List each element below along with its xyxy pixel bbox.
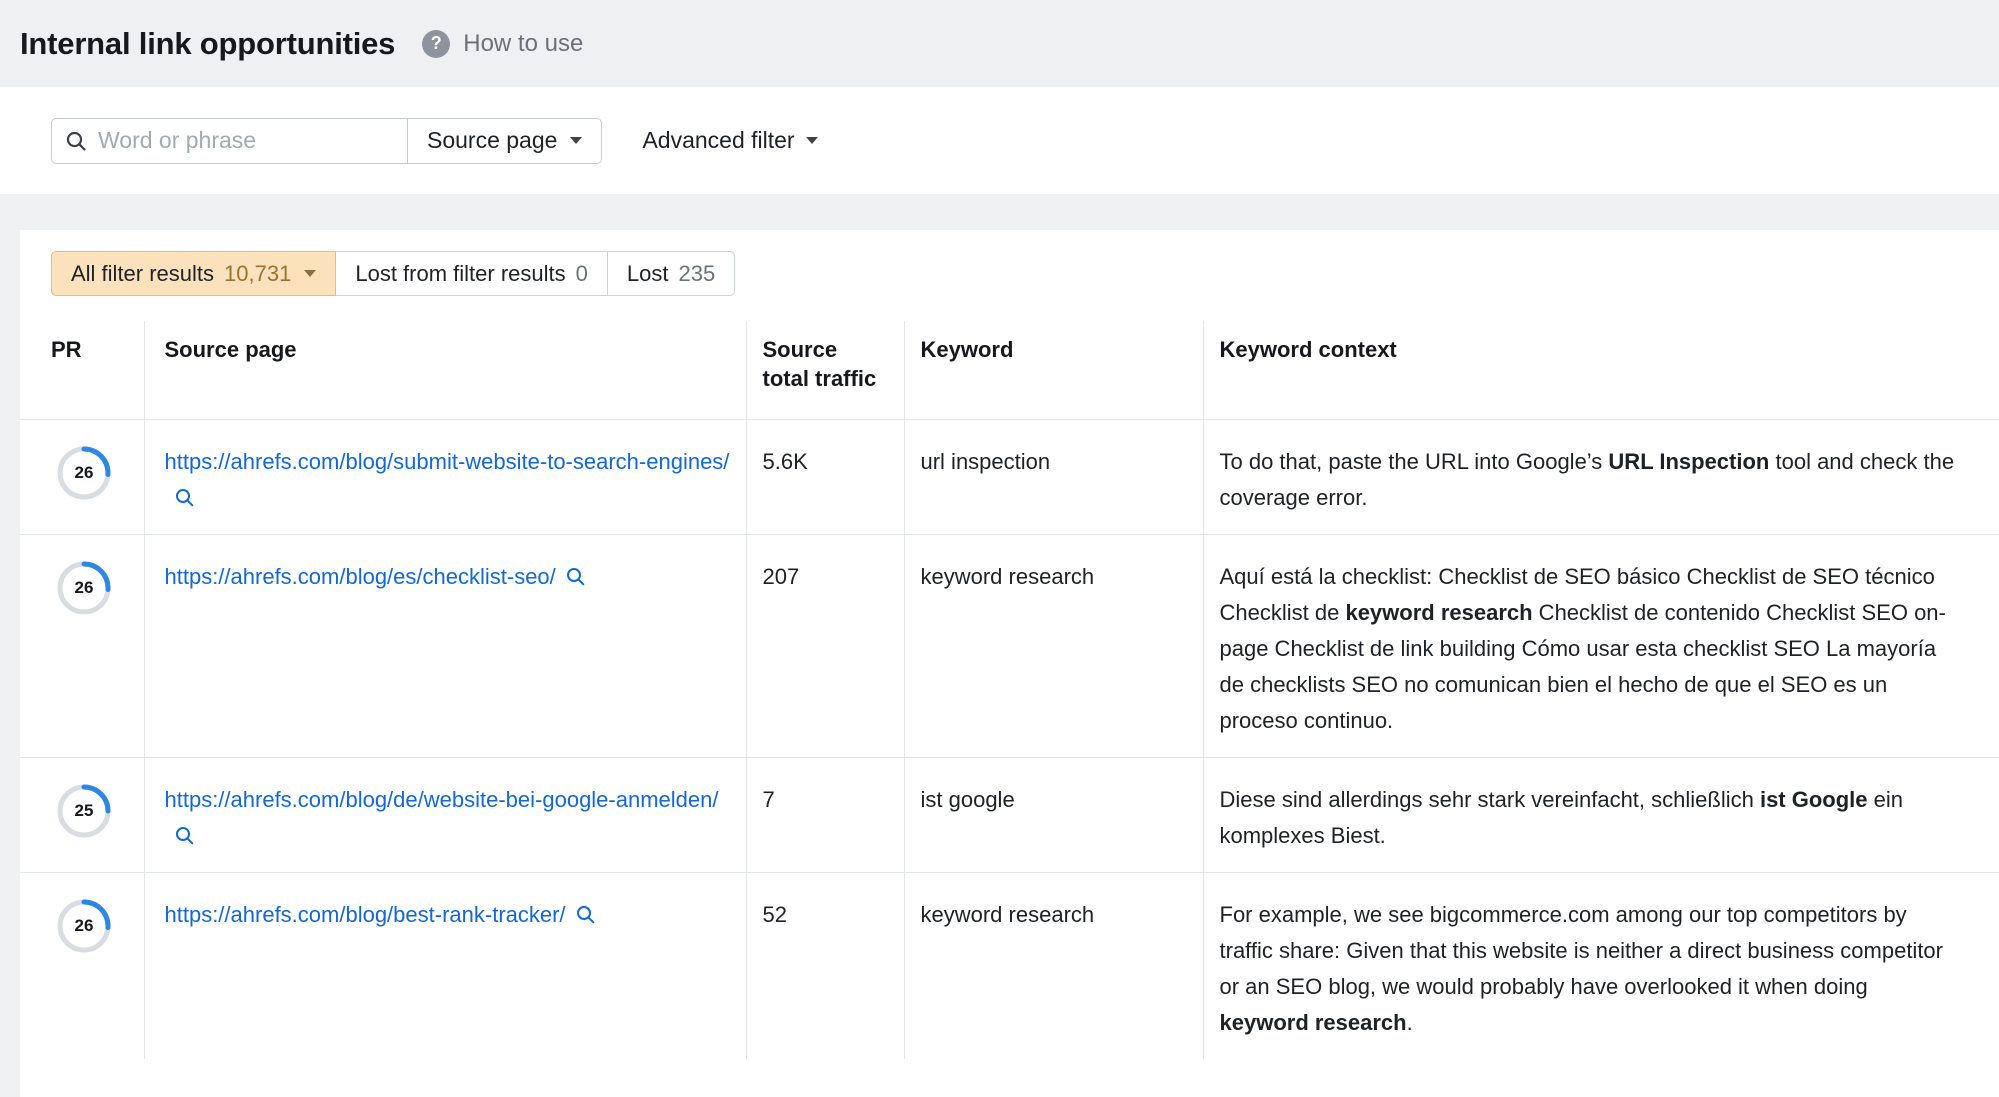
keyword-context: To do that, paste the URL into Google’s … bbox=[1202, 419, 1999, 535]
keyword-value: ist google bbox=[903, 757, 1203, 873]
table-body: 26 https://ahrefs.com/blog/submit-websit… bbox=[20, 419, 1999, 1059]
table-row: 26 https://ahrefs.com/blog/submit-websit… bbox=[20, 419, 1999, 535]
source-page-link[interactable]: https://ahrefs.com/blog/best-rank-tracke… bbox=[165, 902, 596, 927]
pr-badge: 26 bbox=[56, 898, 112, 954]
pr-value: 26 bbox=[74, 916, 94, 935]
pr-value: 26 bbox=[74, 578, 94, 597]
source-page-dropdown[interactable]: Source page bbox=[407, 117, 603, 164]
pr-value: 26 bbox=[74, 463, 94, 482]
link-search-icon[interactable] bbox=[174, 818, 195, 854]
filter-tab-lost[interactable]: Lost 235 bbox=[606, 251, 736, 296]
search-input[interactable] bbox=[51, 117, 408, 164]
filter-tab-label: All filter results bbox=[71, 260, 215, 286]
how-to-use-link[interactable]: How to use bbox=[463, 30, 583, 58]
source-page-link[interactable]: https://ahrefs.com/blog/de/website-bei-g… bbox=[165, 787, 719, 848]
link-search-icon[interactable] bbox=[575, 897, 596, 933]
advanced-filter-label: Advanced filter bbox=[642, 127, 795, 153]
column-header-keyword-context[interactable]: Keyword context bbox=[1202, 321, 1999, 420]
pr-badge: 26 bbox=[56, 445, 112, 501]
search-group: Source page bbox=[51, 117, 603, 164]
pr-value: 25 bbox=[74, 801, 94, 820]
table-row: 26 https://ahrefs.com/blog/best-rank-tra… bbox=[20, 872, 1999, 1059]
filter-tab-all-filter-results[interactable]: All filter results 10,731 bbox=[51, 251, 337, 296]
keyword-context: Aquí está la checklist: Checklist de SEO… bbox=[1202, 534, 1999, 758]
keyword-context: For example, we see bigcommerce.com amon… bbox=[1202, 872, 1999, 1059]
page-header: Internal link opportunities ? How to use bbox=[0, 0, 1999, 87]
page-title: Internal link opportunities bbox=[20, 25, 396, 61]
table-header-row: PR Source page Source total traffic Keyw… bbox=[20, 321, 1999, 420]
filter-tab-count: 0 bbox=[575, 260, 588, 286]
results-table: PR Source page Source total traffic Keyw… bbox=[20, 321, 1999, 1059]
filter-tab-count: 235 bbox=[678, 260, 716, 286]
filter-tabs: All filter results 10,731 Lost from filter… bbox=[20, 230, 1999, 296]
advanced-filter-button[interactable]: Advanced filter bbox=[642, 127, 818, 154]
help-icon[interactable]: ? bbox=[422, 29, 451, 58]
traffic-value: 5.6K bbox=[745, 419, 904, 535]
caret-down-icon bbox=[570, 137, 583, 144]
link-search-icon[interactable] bbox=[174, 480, 195, 516]
keyword-value: url inspection bbox=[903, 419, 1203, 535]
filter-tab-label: Lost bbox=[626, 260, 669, 286]
keyword-value: keyword research bbox=[903, 872, 1203, 1059]
keyword-context: Diese sind allerdings sehr stark vereinf… bbox=[1202, 757, 1999, 873]
column-header-keyword[interactable]: Keyword bbox=[903, 321, 1203, 420]
filter-tab-lost-from-filter-results[interactable]: Lost from filter results 0 bbox=[335, 251, 608, 296]
pr-badge: 25 bbox=[56, 783, 112, 839]
table-row: 25 https://ahrefs.com/blog/de/website-be… bbox=[20, 757, 1999, 873]
source-page-link[interactable]: https://ahrefs.com/blog/submit-website-t… bbox=[165, 449, 729, 510]
internal-link-opportunities-page: Internal link opportunities ? How to use… bbox=[0, 0, 1999, 1097]
column-header-source-page[interactable]: Source page bbox=[143, 321, 746, 420]
table-row: 26 https://ahrefs.com/blog/es/checklist-… bbox=[20, 534, 1999, 758]
filter-tab-count: 10,731 bbox=[224, 260, 292, 286]
source-page-label: Source page bbox=[427, 127, 558, 153]
column-header-source-total-traffic[interactable]: Source total traffic bbox=[745, 321, 904, 420]
source-page-link[interactable]: https://ahrefs.com/blog/es/checklist-seo… bbox=[165, 564, 586, 589]
filter-tab-label: Lost from filter results bbox=[355, 260, 566, 286]
traffic-value: 7 bbox=[745, 757, 904, 873]
filter-toolbar: Source page Advanced filter bbox=[0, 87, 1999, 194]
pr-badge: 26 bbox=[56, 560, 112, 616]
keyword-value: keyword research bbox=[903, 534, 1203, 758]
traffic-value: 207 bbox=[745, 534, 904, 758]
column-header-pr[interactable]: PR bbox=[20, 321, 144, 420]
link-search-icon[interactable] bbox=[565, 559, 586, 595]
caret-down-icon bbox=[805, 137, 818, 144]
traffic-value: 52 bbox=[745, 872, 904, 1059]
results-card: All filter results 10,731 Lost from filter… bbox=[20, 230, 1999, 1097]
caret-down-icon bbox=[304, 270, 317, 277]
